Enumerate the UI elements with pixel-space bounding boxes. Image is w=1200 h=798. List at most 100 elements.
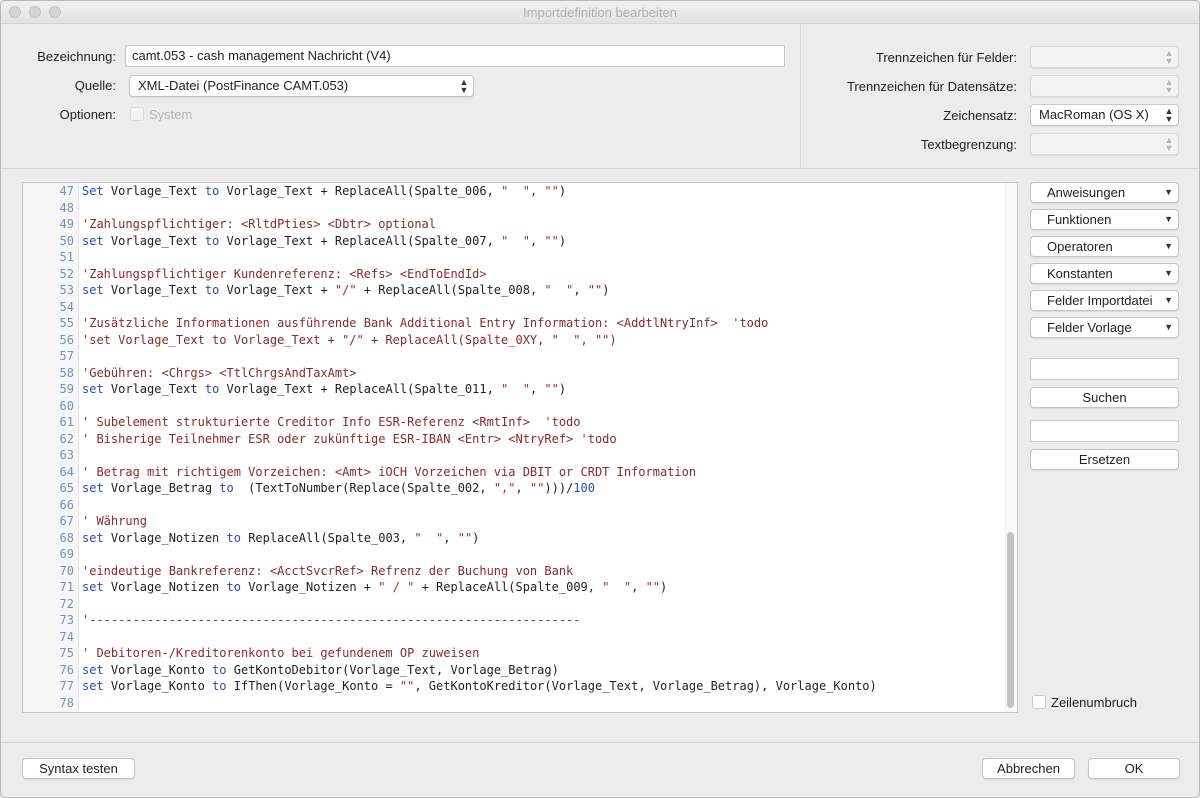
code-text: 'Gebühren: <Chrgs> <TtlChrgsAndTaxAmt> <box>82 365 357 382</box>
code-text: 'Zahlungspflichtiger Kundenreferenz: <Re… <box>82 266 487 283</box>
code-line: 59 set Vorlage_Text to Vorlage_Text + Rep… <box>23 381 1007 398</box>
quelle-label: Quelle: <box>74 78 116 93</box>
code-token: 'eindeutige Bankreferenz: <AcctSvcrRef> … <box>82 563 574 578</box>
code-text: set Vorlage_Notizen to Vorlage_Notizen +… <box>82 579 667 596</box>
code-token: 'Zusätzliche Informationen ausführende B… <box>82 316 769 330</box>
code-line: 65 set Vorlage_Betrag to (TextToNumber(Re… <box>23 480 1007 497</box>
code-token: set <box>82 283 104 297</box>
operatoren-menu-button[interactable]: Operatoren ▼ <box>1030 236 1179 257</box>
code-text: 'set Vorlage_Text to Vorlage_Text + "/" … <box>82 332 617 349</box>
dropdown-arrow-icon: ▼ <box>1164 322 1173 332</box>
line-number: 51 <box>59 250 74 264</box>
zeilenumbruch-checkbox[interactable] <box>1032 695 1046 709</box>
konstanten-label: Konstanten <box>1047 266 1113 281</box>
line-number: 59 <box>59 382 74 396</box>
code-token: "" <box>544 184 559 198</box>
editor-scroll-thumb[interactable] <box>1007 532 1014 708</box>
code-token: ' Debitoren-/Kreditorenkonto bei gefunde… <box>82 646 480 660</box>
code-text: ' Subelement strukturierte Creditor Info… <box>82 414 581 431</box>
zeichensatz-select-value: MacRoman (OS X) <box>1039 107 1149 122</box>
syntax-testen-button[interactable]: Syntax testen <box>22 758 135 779</box>
code-token: "" <box>587 283 603 297</box>
code-line: 72 <box>23 596 1007 613</box>
replace-input[interactable] <box>1030 420 1179 442</box>
code-text: Set Vorlage_Text to Vorlage_Text + Repla… <box>82 183 566 200</box>
trennzeichen-felder-select[interactable]: ▲ ▼ <box>1030 46 1179 68</box>
line-number: 50 <box>59 233 74 248</box>
code-line: 56 'set Vorlage_Text to Vorlage_Text + "/… <box>23 332 1007 349</box>
code-token: GetKontoDebitor(Vorlage_Text, Vorlage_Be… <box>226 662 559 677</box>
felder-vorlage-label: Felder Vorlage <box>1047 320 1132 335</box>
trennzeichen-datensaetze-select[interactable]: ▲ ▼ <box>1030 75 1179 97</box>
line-number: 70 <box>59 563 74 578</box>
code-token: (TextToNumber(Replace(Spalte_002, <box>233 481 494 495</box>
code-token: Vorlage_Betrag <box>103 481 220 495</box>
search-input[interactable] <box>1030 358 1179 380</box>
code-token: ) <box>472 530 480 545</box>
abbrechen-button[interactable]: Abbrechen <box>982 758 1075 779</box>
script-editor[interactable]: 47 Set Vorlage_Text to Vorlage_Text + Rep… <box>22 182 1018 713</box>
suchen-button[interactable]: Suchen <box>1030 387 1179 408</box>
quelle-select[interactable]: XML-Datei (PostFinance CAMT.053) ▲ ▼ <box>129 75 474 97</box>
line-number: 68 <box>59 530 74 545</box>
updown-chevron-icon: ▲ ▼ <box>1164 77 1174 95</box>
code-line: 54 <box>23 299 1007 316</box>
code-token: ' Bisherige Teilnehmer ESR oder zukünfti… <box>82 431 617 446</box>
code-token: , <box>515 481 530 495</box>
ok-button[interactable]: OK <box>1088 758 1180 779</box>
line-number: 77 <box>59 679 74 693</box>
code-text: ' Bisherige Teilnehmer ESR oder zukünfti… <box>82 431 617 448</box>
code-line: 50 set Vorlage_Text to Vorlage_Text + Rep… <box>23 233 1007 250</box>
code-line: 61 ' Subelement strukturierte Creditor In… <box>23 414 1007 431</box>
code-line: 77 set Vorlage_Konto to IfThen(Vorlage_Ko… <box>23 678 1007 695</box>
line-number: 56 <box>59 332 74 347</box>
code-token: to <box>219 481 234 495</box>
felder-vorlage-menu-button[interactable]: Felder Vorlage ▼ <box>1030 317 1179 338</box>
code-text: set Vorlage_Text to Vorlage_Text + Repla… <box>82 233 566 250</box>
dropdown-arrow-icon: ▼ <box>1164 214 1173 224</box>
bezeichnung-input[interactable]: camt.053 - cash management Nachricht (V4… <box>125 45 785 67</box>
code-token: Vorlage_Notizen <box>103 530 227 545</box>
code-token: Vorlage_Text <box>103 283 205 297</box>
line-number: 47 <box>59 184 74 198</box>
code-token: Vorlage_Notizen <box>103 580 227 594</box>
funktionen-menu-button[interactable]: Funktionen ▼ <box>1030 209 1179 230</box>
konstanten-menu-button[interactable]: Konstanten ▼ <box>1030 263 1179 284</box>
title-bar: Importdefinition bearbeiten <box>1 1 1199 24</box>
line-number: 76 <box>59 662 74 677</box>
ersetzen-button[interactable]: Ersetzen <box>1030 449 1179 470</box>
code-line: 68 set Vorlage_Notizen to ReplaceAll(Spal… <box>23 530 1007 547</box>
line-number: 75 <box>59 646 74 660</box>
code-text: 'eindeutige Bankreferenz: <AcctSvcrRef> … <box>82 563 573 580</box>
felder-importdatei-menu-button[interactable]: Felder Importdatei ▼ <box>1030 290 1179 311</box>
code-line: 55 'Zusätzliche Informationen ausführende… <box>23 315 1007 332</box>
updown-chevron-icon: ▲ ▼ <box>1164 135 1174 153</box>
code-token: set <box>82 530 104 545</box>
trennzeichen-felder-label: Trennzeichen für Felder: <box>875 50 1017 65</box>
code-token: " / " <box>378 580 415 594</box>
zeichensatz-select[interactable]: MacRoman (OS X) ▲ ▼ <box>1030 104 1179 126</box>
line-number: 66 <box>59 497 74 512</box>
code-token: , <box>631 580 646 594</box>
line-number: 72 <box>59 596 74 611</box>
code-token: , <box>529 233 545 248</box>
horizontal-divider <box>1 168 1199 169</box>
code-token: to <box>212 662 227 677</box>
anweisungen-menu-button[interactable]: Anweisungen ▼ <box>1030 182 1179 203</box>
editor-scrollbar[interactable] <box>1005 183 1017 712</box>
code-token: "" <box>399 679 415 693</box>
trennzeichen-datensaetze-label: Trennzeichen für Datensätze: <box>846 79 1017 94</box>
system-checkbox[interactable] <box>130 107 144 121</box>
code-token: set <box>82 481 104 495</box>
code-line: 57 <box>23 348 1007 365</box>
code-text: set Vorlage_Text to Vorlage_Text + "/" +… <box>82 282 609 299</box>
code-token: + ReplaceAll(Spalte_009, <box>414 580 603 594</box>
code-line: 47 Set Vorlage_Text to Vorlage_Text + Rep… <box>23 183 1007 200</box>
textbegrenzung-select[interactable]: ▲ ▼ <box>1030 133 1179 155</box>
code-line: 66 <box>23 497 1007 514</box>
code-token: Vorlage_Text + <box>219 283 335 297</box>
window-title: Importdefinition bearbeiten <box>523 5 677 20</box>
code-token: , GetKontoKreditor(Vorlage_Text, Vorlage… <box>414 679 877 693</box>
code-token: ' Währung <box>82 514 148 528</box>
code-line: 63 <box>23 447 1007 464</box>
